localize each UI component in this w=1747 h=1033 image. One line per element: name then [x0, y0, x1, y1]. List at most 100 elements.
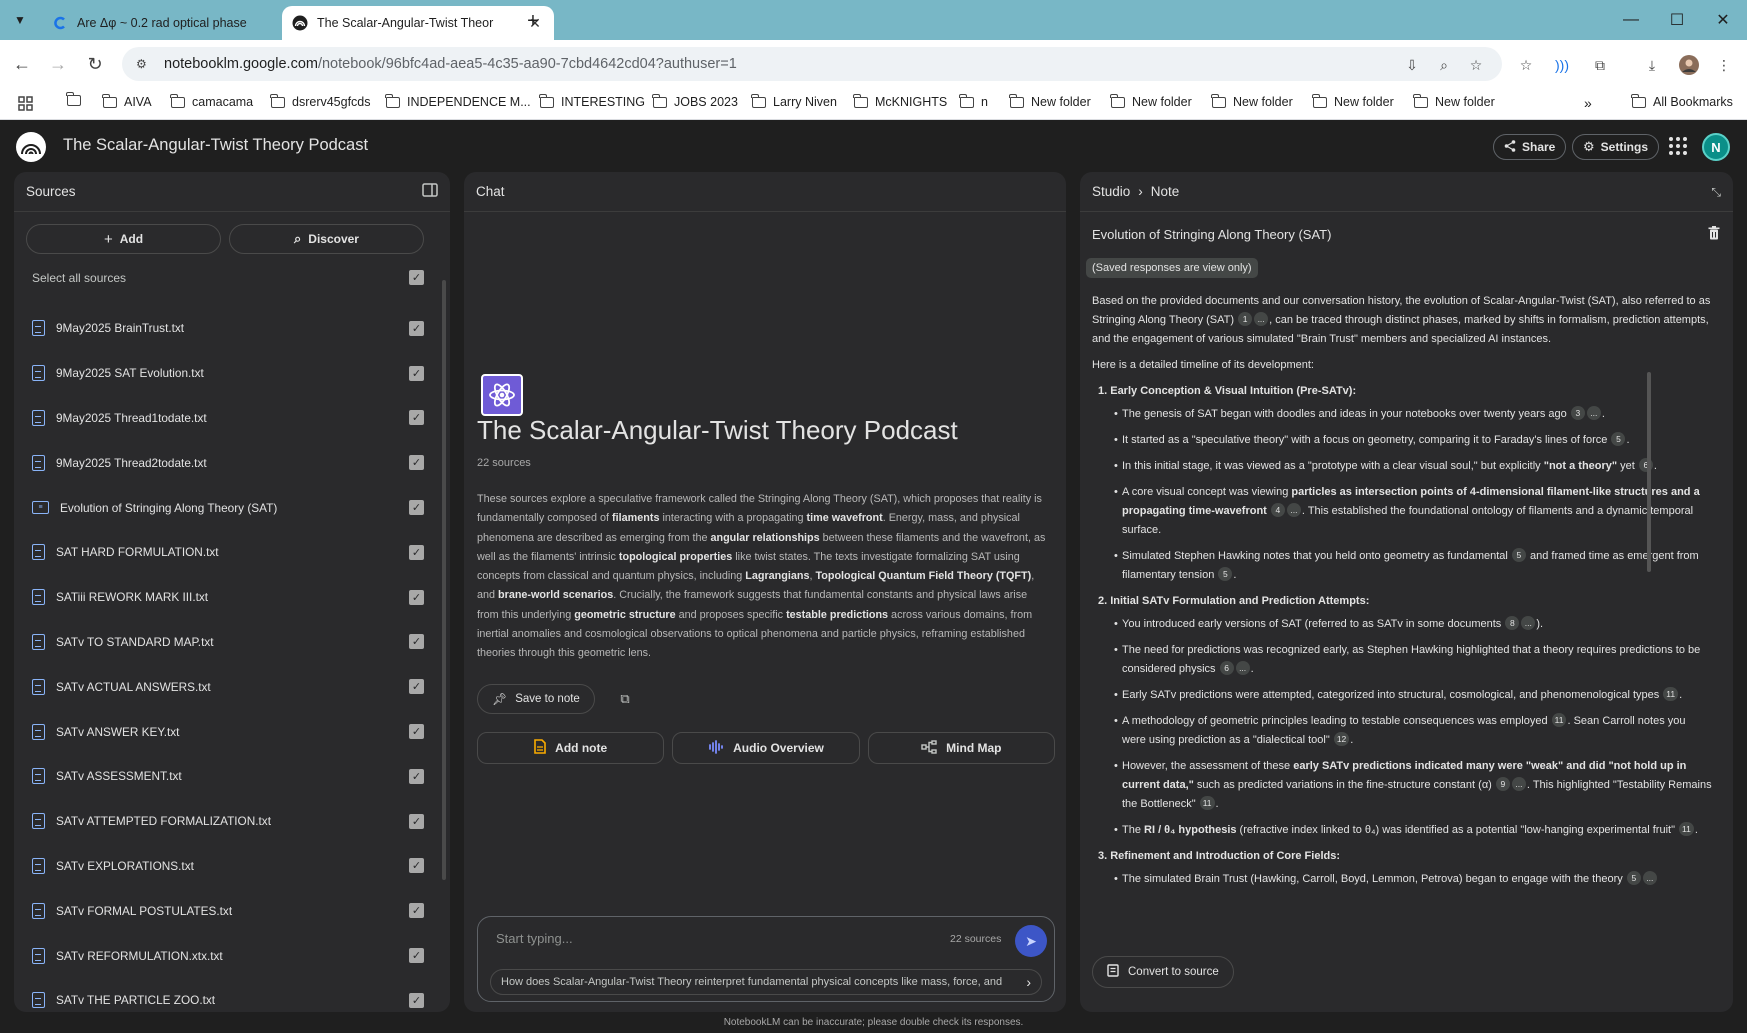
bookmark-folder[interactable]: n — [959, 93, 988, 109]
citation-chip[interactable]: 5 — [1511, 548, 1526, 562]
citation-chip[interactable]: ... — [1254, 312, 1269, 326]
bookmark-folder-empty[interactable] — [66, 92, 81, 106]
bookmark-folder[interactable]: camacama — [170, 93, 253, 109]
notebooklm-logo-icon[interactable] — [16, 132, 46, 162]
source-checkbox[interactable]: ✓ — [409, 992, 424, 1008]
source-item[interactable]: SATv FORMAL POSTULATES.txt ✓ — [32, 888, 424, 933]
profile-avatar-icon[interactable] — [1678, 54, 1700, 76]
chat-input[interactable]: Start typing... — [496, 931, 573, 946]
bookmark-folder[interactable]: INTERESTING — [539, 93, 645, 109]
source-checkbox[interactable]: ✓ — [409, 365, 424, 381]
more-bookmarks-chevron-icon[interactable]: » — [1584, 95, 1592, 111]
source-item[interactable]: SATv ANSWER KEY.txt ✓ — [32, 709, 424, 754]
citation-chip[interactable]: ... — [1521, 616, 1536, 630]
bookmark-folder[interactable]: New folder — [1110, 93, 1192, 109]
citation-chip[interactable]: ... — [1642, 871, 1657, 885]
source-item[interactable]: SATv REFORMULATION.xtx.txt ✓ — [32, 933, 424, 978]
bookmark-folder[interactable]: McKNIGHTS — [853, 93, 947, 109]
read-aloud-icon[interactable]: ))) — [1551, 54, 1573, 76]
bookmark-folder[interactable]: New folder — [1312, 93, 1394, 109]
copy-icon[interactable]: ⧉ — [616, 690, 634, 708]
back-arrow-icon[interactable]: ← — [8, 50, 36, 78]
citation-chip[interactable]: ... — [1511, 777, 1526, 791]
source-item[interactable]: 9May2025 Thread2todate.txt ✓ — [32, 440, 424, 485]
collapse-panel-icon[interactable] — [422, 183, 438, 200]
delete-trash-icon[interactable] — [1705, 224, 1723, 242]
share-button[interactable]: Share — [1493, 134, 1567, 160]
add-note-button[interactable]: Add note — [477, 732, 665, 764]
new-tab-plus-icon[interactable]: + — [520, 8, 546, 34]
citation-chip[interactable]: 5 — [1626, 871, 1641, 885]
source-checkbox[interactable]: ✓ — [409, 320, 424, 336]
all-bookmarks-folder[interactable]: All Bookmarks — [1631, 93, 1733, 109]
audio-overview-button[interactable]: Audio Overview — [672, 732, 860, 764]
citation-chip[interactable]: 9 — [1495, 777, 1510, 791]
citation-chip[interactable]: 1 — [1238, 312, 1253, 326]
convert-to-source-button[interactable]: Convert to source — [1092, 956, 1234, 988]
minimize-icon[interactable]: — — [1608, 6, 1654, 34]
apps-grid-icon[interactable] — [18, 96, 33, 111]
source-checkbox[interactable]: ✓ — [409, 544, 424, 560]
reading-star-icon[interactable]: ☆ — [1515, 54, 1537, 76]
source-checkbox[interactable]: ✓ — [409, 410, 424, 426]
source-item[interactable]: SAT HARD FORMULATION.txt ✓ — [32, 530, 424, 575]
account-avatar[interactable]: N — [1702, 133, 1730, 161]
bookmark-folder[interactable]: Larry Niven — [751, 93, 837, 109]
source-item[interactable]: SATv EXPLORATIONS.txt ✓ — [32, 844, 424, 889]
source-item[interactable]: 9May2025 BrainTrust.txt ✓ — [32, 306, 424, 351]
citation-chip[interactable]: 11 — [1679, 822, 1694, 836]
downloads-icon[interactable]: ⤓ — [1641, 54, 1663, 76]
site-settings-icon[interactable]: ⚙ — [136, 57, 152, 71]
note-scrollbar[interactable] — [1647, 372, 1651, 572]
citation-chip[interactable]: 8 — [1505, 616, 1520, 630]
citation-chip[interactable]: 5 — [1218, 567, 1233, 581]
source-checkbox[interactable]: ✓ — [409, 813, 424, 829]
install-app-icon[interactable]: ⇩ — [1401, 54, 1423, 76]
source-checkbox[interactable]: ✓ — [409, 858, 424, 874]
breadcrumb-studio[interactable]: Studio — [1092, 184, 1130, 199]
maximize-icon[interactable]: ☐ — [1654, 6, 1700, 34]
citation-chip[interactable]: 6 — [1219, 661, 1234, 675]
source-item[interactable]: SATv ACTUAL ANSWERS.txt ✓ — [32, 664, 424, 709]
source-item[interactable]: 9May2025 SAT Evolution.txt ✓ — [32, 351, 424, 396]
source-item[interactable]: SATv ATTEMPTED FORMALIZATION.txt ✓ — [32, 799, 424, 844]
save-to-note-button[interactable]: 📌︎ Save to note — [477, 684, 595, 714]
send-button[interactable]: ➤ — [1015, 925, 1047, 957]
browser-tab-inactive[interactable]: Are Δφ ~ 0.2 rad optical phase ✕ — [42, 6, 314, 40]
bookmark-folder[interactable]: New folder — [1211, 93, 1293, 109]
browser-menu-icon[interactable]: ⋮ — [1713, 54, 1735, 76]
citation-chip[interactable]: 11 — [1663, 687, 1679, 701]
source-item[interactable]: SATv TO STANDARD MAP.txt ✓ — [32, 620, 424, 665]
citation-chip[interactable]: ... — [1286, 503, 1301, 517]
select-all-row[interactable]: Select all sources ✓ — [32, 270, 424, 285]
settings-button[interactable]: ⚙ Settings — [1572, 134, 1659, 160]
source-checkbox[interactable]: ✓ — [409, 768, 424, 784]
notebook-title[interactable]: The Scalar-Angular-Twist Theory Podcast — [63, 136, 368, 155]
bookmark-folder[interactable]: AIVA — [102, 93, 152, 109]
citation-chip[interactable]: 12 — [1333, 732, 1350, 746]
source-item[interactable]: SATv THE PARTICLE ZOO.txt ✓ — [32, 978, 424, 1012]
forward-arrow-icon[interactable]: → — [44, 50, 72, 78]
add-source-button[interactable]: + Add — [26, 224, 221, 254]
zoom-icon[interactable]: ⌕ — [1433, 54, 1455, 76]
source-item[interactable]: ≡ Evolution of Stringing Along Theory (SA… — [32, 485, 424, 530]
source-checkbox[interactable]: ✓ — [409, 724, 424, 740]
browser-tab-active[interactable]: The Scalar-Angular-Twist Theor ✕ — [282, 6, 554, 40]
bookmark-folder[interactable]: INDEPENDENCE M... — [385, 93, 531, 109]
source-item[interactable]: SATiii REWORK MARK III.txt ✓ — [32, 575, 424, 620]
source-item[interactable]: SATv ASSESSMENT.txt ✓ — [32, 754, 424, 799]
source-checkbox[interactable]: ✓ — [409, 948, 424, 964]
bookmark-folder[interactable]: dsrerv45gfcds — [270, 93, 371, 109]
select-all-checkbox[interactable]: ✓ — [409, 270, 424, 285]
source-checkbox[interactable]: ✓ — [409, 634, 424, 650]
citation-chip[interactable]: ... — [1235, 661, 1250, 675]
bookmark-star-icon[interactable]: ☆ — [1465, 54, 1487, 76]
discover-sources-button[interactable]: ⌕ Discover — [229, 224, 424, 254]
google-apps-icon[interactable] — [1668, 136, 1688, 156]
suggested-question-chip[interactable]: How does Scalar-Angular-Twist Theory rei… — [490, 969, 1042, 995]
citation-chip[interactable]: 11 — [1551, 713, 1567, 727]
sources-scrollbar[interactable] — [442, 280, 446, 880]
bookmark-folder[interactable]: New folder — [1413, 93, 1495, 109]
bookmark-folder[interactable]: JOBS 2023 — [652, 93, 738, 109]
citation-chip[interactable]: 5 — [1611, 432, 1626, 446]
